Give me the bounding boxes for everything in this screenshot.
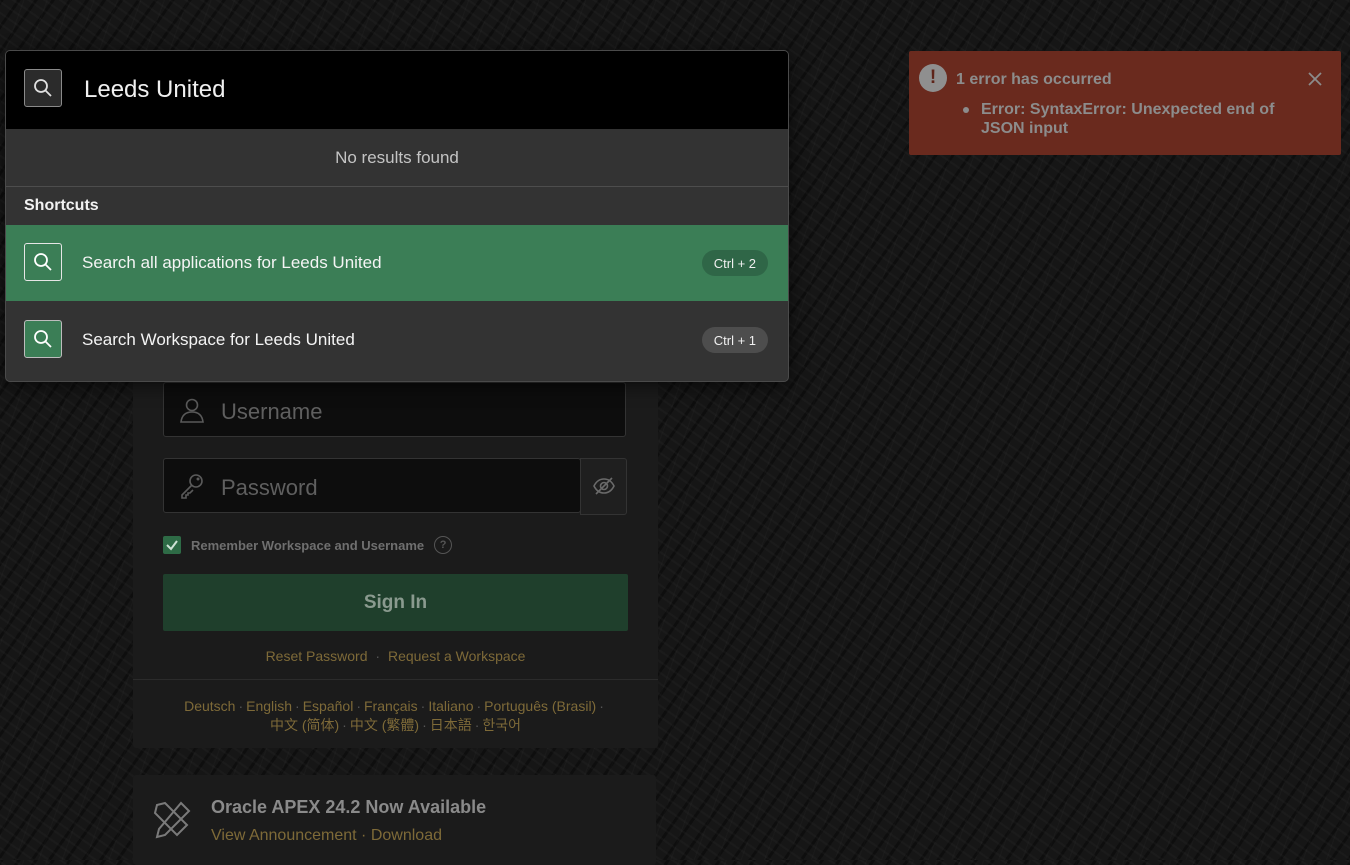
shortcut-search-workspace[interactable]: Search Workspace for Leeds United Ctrl +… [6,302,788,378]
view-announcement-link[interactable]: View Announcement [211,827,357,844]
keyboard-shortcut-badge: Ctrl + 2 [701,250,768,276]
error-icon: ! [919,64,947,92]
remember-row: Remember Workspace and Username ? [163,535,453,555]
announcement-title: Oracle APEX 24.2 Now Available [211,797,487,817]
error-title: 1 error has occurred [956,71,1112,88]
shortcut-search-applications[interactable]: Search all applications for Leeds United… [6,225,788,301]
search-input[interactable] [82,73,766,107]
search-bar [6,51,788,129]
announcement-separator: · [361,827,367,844]
account-links: Reset Password · Request a Workspace [133,648,658,664]
search-icon-box [24,320,62,358]
password-field[interactable]: Password [163,458,581,513]
reset-password-link[interactable]: Reset Password [266,648,368,664]
language-list: Deutsch · English · Español · Français · Italian… [133,697,658,735]
error-list: Error: SyntaxError: Unexpected end of JS… [961,100,1311,138]
key-icon [181,474,203,499]
search-dialog: No results found Shortcuts Search all ap… [5,50,789,382]
user-icon [180,398,204,423]
error-message: Error: SyntaxError: Unexpected end of JS… [961,100,1311,138]
close-icon[interactable] [1305,69,1325,89]
shortcuts-heading: Shortcuts [24,197,99,214]
language-link[interactable]: Français [364,698,418,714]
search-icon-box [24,243,62,281]
no-results-message: No results found [6,129,788,187]
search-icon [34,253,52,271]
download-link[interactable]: Download [371,827,442,844]
language-link[interactable]: 한국어 [482,717,521,733]
login-card: Username Password Remember Workspace and… [133,350,658,748]
search-icon [34,79,52,97]
sign-in-button[interactable]: Sign In [163,574,628,631]
username-placeholder: Username [221,399,323,424]
announcement-card: Oracle APEX 24.2 Now Available View Anno… [133,775,656,865]
divider [133,679,658,680]
language-row-2: 中文 (简体) · 中文 (繁體) · 日本語 · 한국어 [269,717,522,733]
help-icon[interactable]: ? [434,536,453,554]
shortcut-label: Search Workspace for Leeds United [82,330,355,349]
language-link[interactable]: Español [303,698,354,714]
error-notification: ! 1 error has occurred Error: SyntaxErro… [909,51,1341,155]
remember-label: Remember Workspace and Username [191,537,425,553]
eye-off-icon [593,477,615,495]
search-icon [34,330,52,348]
link-separator: · [375,648,381,664]
language-link[interactable]: English [246,698,292,714]
request-workspace-link[interactable]: Request a Workspace [388,648,525,664]
password-placeholder: Password [221,475,318,500]
keyboard-shortcut-badge: Ctrl + 1 [701,327,768,353]
language-link[interactable]: 日本語 [430,717,472,733]
check-icon [166,540,178,551]
tools-icon [153,801,191,839]
language-link[interactable]: 中文 (简体) [270,717,339,733]
username-field[interactable]: Username [163,382,626,437]
shortcut-label: Search all applications for Leeds United [82,253,382,272]
language-link[interactable]: Deutsch [184,698,235,714]
announcement-links: View Announcement · Download [211,827,442,845]
language-row-1: Deutsch · English · Español · Français · Italian… [184,698,604,714]
show-password-button[interactable] [580,458,627,515]
search-button[interactable] [24,69,62,107]
remember-checkbox[interactable] [163,536,181,554]
language-link[interactable]: 中文 (繁體) [350,717,419,733]
language-link[interactable]: Português (Brasil) [484,698,596,714]
language-link[interactable]: Italiano [428,698,473,714]
